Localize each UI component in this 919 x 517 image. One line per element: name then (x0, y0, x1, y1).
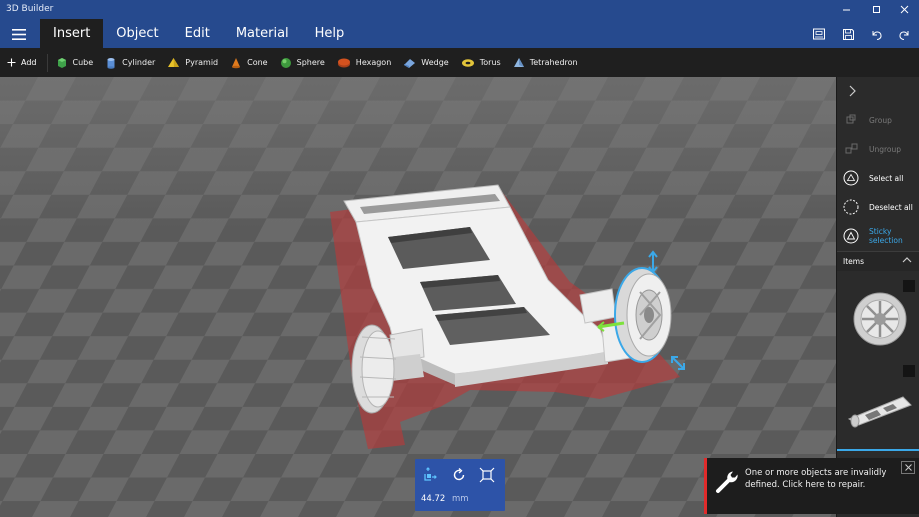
cylinder-icon (107, 57, 115, 69)
item-color-swatch[interactable] (903, 365, 915, 377)
collapse-items-button[interactable] (902, 256, 912, 266)
cube-label: Cube (72, 58, 94, 67)
group-button[interactable]: Group (837, 108, 919, 132)
cylinder-label: Cylinder (122, 58, 156, 67)
select-all-button[interactable]: Select all (837, 166, 919, 190)
ungroup-icon (843, 141, 859, 157)
collapse-panel-button[interactable] (847, 83, 859, 99)
chevron-up-icon (902, 257, 912, 263)
insert-wedge-button[interactable]: Wedge (403, 48, 449, 77)
undo-button[interactable] (865, 24, 887, 44)
select-all-label: Select all (869, 173, 904, 183)
items-header-label: Items (843, 257, 864, 266)
sticky-selection-toggle[interactable]: Sticky selection (837, 224, 919, 248)
hexagon-label: Hexagon (355, 58, 392, 67)
insert-tetrahedron-button[interactable]: Tetrahedron (513, 48, 578, 77)
wedge-icon (404, 58, 416, 68)
insert-cube-button[interactable]: Cube (56, 48, 94, 77)
sphere-icon (280, 57, 291, 68)
scroll-indicator (837, 449, 919, 451)
deselect-all-label: Deselect all (869, 202, 913, 212)
move-icon (424, 467, 437, 481)
add-button[interactable]: Add (0, 53, 48, 72)
hamburger-icon (12, 28, 26, 40)
close-window-button[interactable] (890, 2, 918, 16)
sphere-label: Sphere (296, 58, 325, 67)
hamburger-menu-button[interactable] (0, 20, 38, 48)
app-title: 3D Builder (6, 4, 54, 14)
menu-edit[interactable]: Edit (172, 19, 223, 48)
scene (0, 77, 836, 517)
close-notification-button[interactable] (901, 461, 915, 474)
sticky-selection-icon (843, 228, 859, 244)
insert-toolbar: Add Cube Cylinder Pyramid Cone Sphere He… (0, 48, 919, 77)
print-3d-button[interactable] (808, 24, 830, 44)
item-thumbnail-chassis[interactable] (845, 389, 915, 429)
add-label: Add (21, 58, 37, 67)
group-label: Group (869, 115, 892, 125)
pyramid-label: Pyramid (185, 58, 219, 67)
sticky-selection-label: Sticky selection (869, 227, 903, 245)
hexagon-icon (337, 58, 350, 67)
rotate-tool-button[interactable] (451, 467, 467, 483)
maximize-button[interactable] (862, 2, 890, 16)
3d-viewport[interactable] (0, 77, 836, 517)
scale-icon (479, 467, 495, 483)
selection-panel: Group Ungroup Select all Deselect all St… (836, 77, 919, 517)
menu-object[interactable]: Object (103, 19, 171, 48)
undo-icon (872, 30, 882, 40)
menu-help[interactable]: Help (302, 19, 358, 48)
torus-icon (461, 58, 474, 67)
repair-message[interactable]: One or more objects are invalidly define… (745, 467, 895, 491)
plus-icon (7, 58, 16, 67)
transform-unit: mm (452, 494, 469, 504)
tetrahedron-label: Tetrahedron (529, 58, 578, 67)
close-icon (904, 464, 912, 471)
select-all-icon (843, 170, 859, 186)
repair-notification[interactable]: One or more objects are invalidly define… (704, 458, 919, 514)
transform-widget: 44.72 mm (415, 459, 505, 511)
move-tool-button[interactable] (422, 467, 438, 483)
chevron-right-icon (849, 85, 856, 97)
wrench-icon (716, 471, 738, 493)
insert-cone-button[interactable]: Cone (230, 48, 268, 77)
minimize-button[interactable] (832, 2, 860, 16)
rotate-icon (453, 468, 465, 481)
save-icon (842, 28, 854, 40)
insert-sphere-button[interactable]: Sphere (280, 48, 325, 77)
pyramid-icon (168, 57, 180, 67)
insert-torus-button[interactable]: Torus (461, 48, 501, 77)
cone-label: Cone (247, 58, 268, 67)
menu-material[interactable]: Material (223, 19, 302, 48)
item-thumbnail-wheel[interactable] (845, 289, 915, 349)
cone-icon (232, 57, 241, 68)
save-button[interactable] (837, 24, 859, 44)
wedge-label: Wedge (421, 58, 449, 67)
insert-pyramid-button[interactable]: Pyramid (167, 48, 218, 77)
ungroup-button[interactable]: Ungroup (837, 137, 919, 161)
insert-cylinder-button[interactable]: Cylinder (105, 48, 155, 77)
torus-label: Torus (479, 58, 501, 67)
scale-tool-button[interactable] (479, 467, 495, 483)
ungroup-label: Ungroup (869, 144, 902, 154)
insert-hexagon-button[interactable]: Hexagon (337, 48, 391, 77)
items-header: Items (837, 251, 919, 271)
deselect-all-icon (843, 199, 859, 215)
menu-insert[interactable]: Insert (40, 19, 104, 48)
group-icon (843, 112, 859, 128)
main-menu: Insert Object Edit Material Help (40, 19, 357, 48)
deselect-all-button[interactable]: Deselect all (837, 195, 919, 219)
redo-button[interactable] (893, 24, 915, 44)
title-bar: 3D Builder Insert Object Edit Material H… (0, 0, 919, 48)
cube-icon (57, 57, 66, 68)
transform-value[interactable]: 44.72 (421, 494, 445, 504)
tetrahedron-icon (513, 57, 524, 67)
redo-icon (898, 30, 908, 40)
print-3d-icon (813, 28, 825, 40)
